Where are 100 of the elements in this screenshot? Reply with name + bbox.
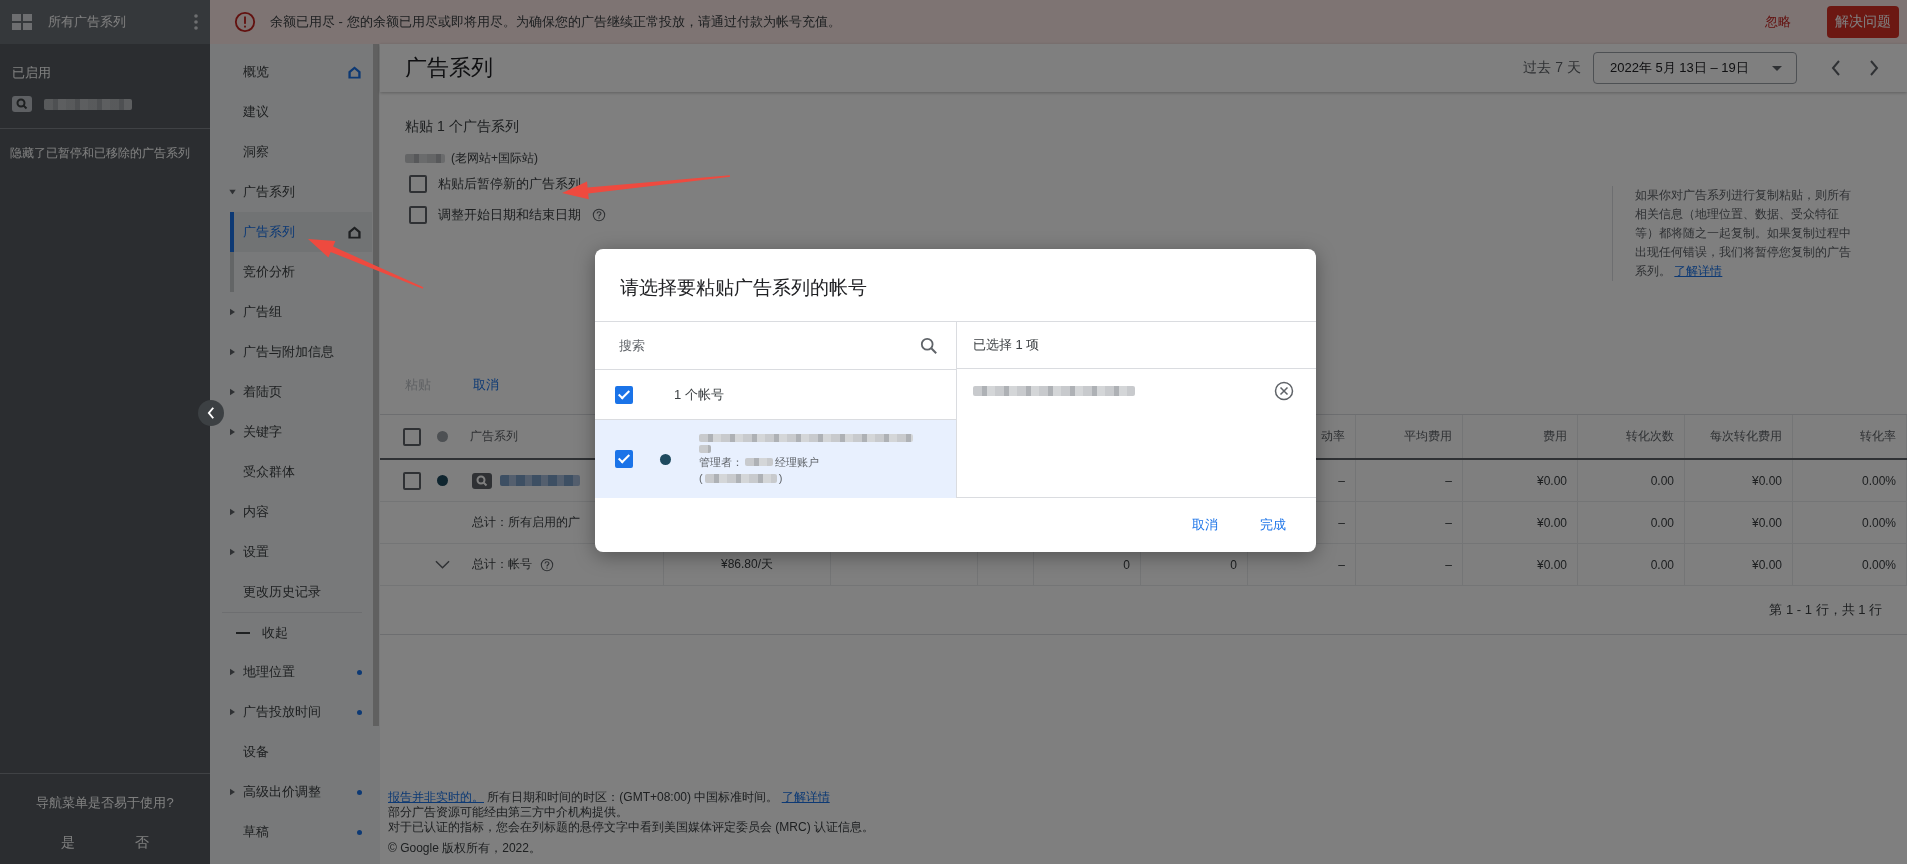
nav-item[interactable]: 内容 — [210, 492, 372, 532]
nav-item[interactable]: 着陆页 — [210, 372, 372, 412]
pagination-label: 第 1 - 1 行，共 1 行 — [1769, 601, 1882, 619]
copy-info-note: 如果你对广告系列进行复制粘贴，则所有相关信息（地理位置、数据、受众特征等）都将随之一起复制。如果复制过程中出现任何错误，我们将暂停您复制的广告系列。 了解详情 — [1612, 186, 1857, 281]
previous-icon[interactable] — [1831, 60, 1841, 76]
redacted-text-block — [405, 153, 445, 163]
alert-message: 余额已用尽 - 您的余额已用尽或即将用尽。为确保您的广告继续正常投放，请通过付款为帐号充值。 — [270, 13, 842, 31]
total-label: 总计：所有启用的广 — [472, 514, 580, 531]
not-realtime-link[interactable]: 报告并非实时的。 — [388, 790, 484, 804]
footer-text: 部分广告资源可能经由第三方中介机构提供。 — [388, 805, 629, 820]
select-all-checkbox[interactable] — [403, 427, 421, 446]
caret-icon — [1772, 65, 1782, 71]
feedback-question: 导航菜单是否易于使用? — [35, 794, 175, 812]
table-cell: – — [1338, 557, 1345, 572]
redacted-text-block — [745, 458, 773, 466]
nav-item[interactable]: 高级出价调整 — [210, 772, 372, 812]
page-title: 广告系列 — [405, 54, 494, 82]
nav-item[interactable]: 关键字 — [210, 412, 372, 452]
paste-title: 粘贴 1 个广告系列 — [405, 117, 520, 136]
dash-icon — [236, 631, 250, 634]
nav-item[interactable]: 广告与附加信息 — [210, 332, 372, 372]
nav-item[interactable]: 概览 — [210, 52, 372, 92]
manager-label: 管理者： — [699, 455, 743, 469]
nav-item[interactable]: 设置 — [210, 532, 372, 572]
next-icon[interactable] — [1869, 60, 1879, 76]
column-header[interactable]: 动率 — [1321, 428, 1345, 445]
footer-text: © Google 版权所有，2022。 — [388, 841, 542, 856]
more-options-icon[interactable] — [194, 14, 198, 30]
column-header[interactable]: 平均费用 — [1404, 428, 1452, 445]
dialog-button[interactable]: 完成 — [1252, 510, 1294, 540]
account-label: (老网站+国际站) — [451, 150, 538, 167]
table-cell: ¥0.00 — [1536, 557, 1567, 572]
search-campaign-icon — [472, 472, 492, 489]
search-icon[interactable] — [920, 336, 938, 355]
dialog-button[interactable]: 取消 — [1184, 510, 1226, 540]
manager-account-type: 经理账户 — [775, 455, 819, 469]
table-cell: ¥0.00 — [1751, 557, 1782, 572]
account-row[interactable]: 管理者： 经理账户 ( ) — [595, 420, 956, 498]
column-header[interactable]: 费用 — [1543, 428, 1567, 445]
fix-issue-button[interactable]: 解决问题 — [1827, 6, 1899, 38]
redacted-text-block — [699, 444, 711, 453]
table-cell: 0.00% — [1861, 557, 1896, 572]
chevron-down-icon[interactable] — [435, 559, 450, 570]
nav-item[interactable]: 广告组 — [210, 292, 372, 332]
option-label: 调整开始日期和结束日期 — [438, 205, 581, 224]
help-icon[interactable] — [540, 557, 554, 572]
nav-item[interactable]: 广告投放时间 — [210, 692, 372, 732]
learn-more-link[interactable]: 了解详情 — [781, 790, 830, 804]
parenthesis: ( — [699, 471, 703, 485]
nav-item[interactable]: 建议 — [210, 92, 372, 132]
select-all-checkbox[interactable] — [615, 385, 633, 404]
table-cell: 0.00 — [1650, 557, 1674, 572]
footer-text: 对于已认证的指标，您会在列标题的悬停文字中看到美国媒体评定委员会 (MRC) 认证信息。 — [388, 820, 875, 835]
dismiss-button[interactable]: 忽略 — [1755, 7, 1801, 37]
column-header[interactable]: 每次转化费用 — [1710, 428, 1782, 445]
feedback-option[interactable]: 否 — [125, 830, 159, 856]
date-range-dropdown[interactable]: 2022年 5月 13日 – 19日 — [1593, 52, 1797, 84]
table-cell: – — [1445, 557, 1452, 572]
search-field[interactable]: 搜索 — [617, 337, 920, 354]
remove-icon[interactable] — [1274, 381, 1294, 401]
date-range-label: 过去 7 天 — [1523, 59, 1581, 77]
column-header[interactable]: 转化率 — [1860, 428, 1896, 445]
table-cell: ¥0.00 — [1751, 473, 1782, 488]
nav-item[interactable]: 草稿 — [210, 812, 372, 852]
column-header[interactable]: 转化次数 — [1626, 428, 1674, 445]
nav-item[interactable]: 广告系列 — [210, 172, 372, 212]
checkbox[interactable] — [409, 205, 427, 224]
error-icon — [234, 11, 256, 33]
table-cell: – — [1445, 473, 1452, 488]
table-cell: 0 — [1230, 557, 1237, 572]
nav-item[interactable]: 更改历史记录 — [210, 572, 372, 612]
table-cell: ¥86.80/天 — [720, 556, 773, 573]
footer-text: 报告并非实时的。 所有日期和时间的时区：(GMT+08:00) 中国标准时间。 了解详情 — [388, 790, 831, 805]
nav-item[interactable]: 竞价分析 — [234, 252, 372, 292]
text-button[interactable]: 取消 — [465, 370, 507, 400]
grid-icon[interactable] — [12, 14, 32, 30]
learn-more-link[interactable]: 了解详情 — [1674, 264, 1723, 278]
collapse-item[interactable]: 收起 — [222, 612, 362, 652]
table-cell: ¥0.00 — [1536, 515, 1567, 530]
table-cell: 0.00 — [1650, 515, 1674, 530]
table-cell: – — [1338, 473, 1345, 488]
account-checkbox[interactable] — [615, 450, 633, 468]
table-cell: 0.00 — [1650, 473, 1674, 488]
nav-item[interactable]: 地理位置 — [210, 652, 372, 692]
nav-item[interactable]: 洞察 — [210, 132, 372, 172]
nav-item[interactable]: 设备 — [210, 732, 372, 772]
nav-item[interactable]: 受众群体 — [210, 452, 372, 492]
table-cell: ¥0.00 — [1751, 515, 1782, 530]
table-cell: 0.00% — [1861, 515, 1896, 530]
scrollbar-thumb[interactable] — [373, 44, 379, 726]
dialog-title: 请选择要粘贴广告系列的帐号 — [595, 249, 1316, 322]
status-dot-icon — [437, 475, 448, 486]
help-icon[interactable] — [592, 207, 606, 222]
table-cell: 0.00% — [1861, 473, 1896, 488]
column-header[interactable]: 广告系列 — [470, 428, 518, 445]
table-cell: – — [1338, 515, 1345, 530]
section-label: 已启用 — [11, 64, 52, 82]
feedback-option[interactable]: 是 — [51, 830, 85, 856]
checkbox[interactable] — [409, 174, 427, 193]
row-checkbox[interactable] — [403, 471, 421, 490]
